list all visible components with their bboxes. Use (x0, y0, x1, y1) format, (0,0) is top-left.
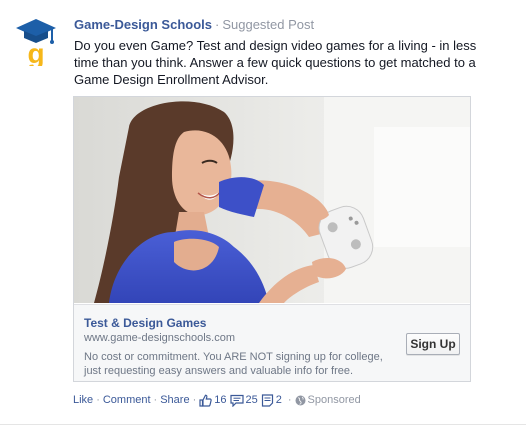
action-separator: · (96, 394, 100, 406)
comment-link[interactable]: Comment (103, 394, 151, 406)
svg-text:g: g (27, 38, 44, 66)
comment-bubble-icon (229, 394, 244, 407)
likes-count[interactable]: 16 (199, 394, 227, 407)
card-domain: www.game-designschools.com (84, 332, 236, 344)
header-separator: · (214, 17, 220, 32)
sponsored-label: Sponsored (307, 394, 361, 406)
shares-count-value: 2 (275, 394, 282, 406)
thumbs-up-icon (199, 394, 212, 407)
card-description: No cost or commitment. You ARE NOT signi… (84, 351, 383, 377)
globe-icon (295, 395, 306, 405)
action-separator: · (153, 394, 158, 406)
shares-count[interactable]: 2 (261, 393, 282, 407)
action-separator: · (192, 394, 197, 406)
post-divider (0, 424, 526, 425)
woman-playing-video-game-photo (74, 97, 470, 303)
sign-up-button[interactable]: Sign Up (406, 333, 460, 355)
share-document-icon (261, 393, 273, 407)
sponsored-indicator: Sponsored (295, 394, 361, 406)
suggested-post-label: Suggested Post (222, 17, 315, 32)
graduation-cap-g-logo-icon: g (16, 19, 56, 69)
link-preview-card[interactable]: Test & Design Games www.game-designschoo… (73, 96, 471, 382)
page-name-link[interactable]: Game-Design Schools (74, 17, 212, 32)
page-avatar[interactable]: g (14, 14, 58, 69)
card-image[interactable] (74, 97, 470, 303)
card-title-link[interactable]: Test & Design Games (84, 316, 206, 330)
like-link[interactable]: Like (73, 394, 93, 406)
likes-count-value: 16 (214, 394, 227, 406)
share-link[interactable]: Share (160, 394, 189, 406)
action-separator: · (287, 394, 292, 406)
post-body-text: Do you even Game? Test and design video … (74, 38, 477, 87)
card-info: Test & Design Games www.game-designschoo… (74, 304, 470, 381)
post-action-bar: Like · Comment · Share · 16 25 2 · Spons… (73, 392, 364, 408)
comments-count-value: 25 (245, 394, 258, 406)
comments-count[interactable]: 25 (229, 394, 258, 407)
sponsored-post: g Game-Design Schools · Suggested Post Do … (0, 0, 526, 430)
post-header: Game-Design Schools · Suggested Post (74, 16, 314, 34)
